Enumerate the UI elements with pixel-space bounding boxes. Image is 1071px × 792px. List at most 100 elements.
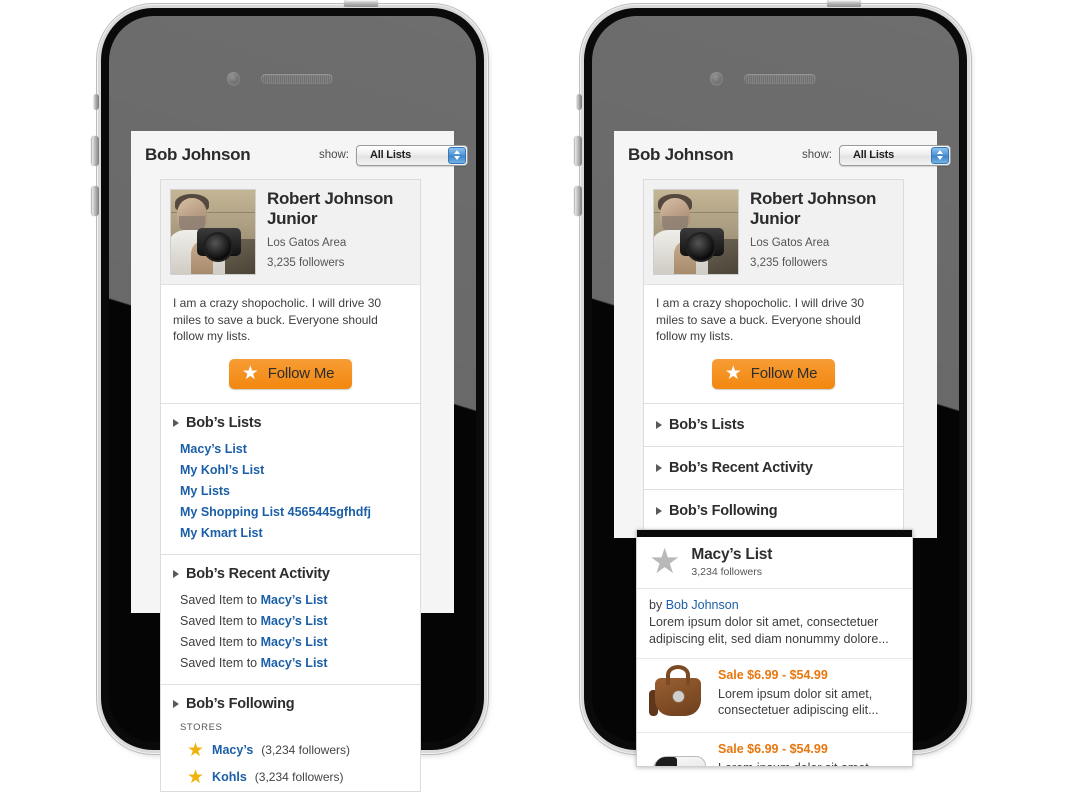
section-recent-activity: Bob’s Recent Activity Saved Item to Macy…: [161, 553, 420, 684]
profile-text-block: Robert Johnson Junior Los Gatos Area 3,2…: [750, 189, 894, 275]
silent-switch-right[interactable]: [576, 94, 582, 110]
activity-prefix: Saved Item to: [180, 614, 261, 629]
section-header-following[interactable]: Bob’s Following: [644, 490, 903, 532]
profile-card-right: Robert Johnson Junior Los Gatos Area 3,2…: [643, 179, 904, 533]
disclosure-triangle-icon: [656, 420, 662, 429]
recent-activity-items: Saved Item to Macy’s List Saved Item to …: [161, 590, 420, 684]
show-filter-group: show: All Lists: [318, 144, 468, 166]
front-camera-icon-left: [227, 72, 240, 85]
section-following: Bob’s Following: [644, 488, 903, 532]
section-header-following[interactable]: Bob’s Following: [161, 685, 420, 720]
section-header-recent-activity[interactable]: Bob’s Recent Activity: [161, 555, 420, 590]
product-price: Sale $6.99 - $54.99: [718, 741, 828, 756]
product-row[interactable]: Sale $6.99 - $54.99 Lorem ipsum dolor si…: [637, 659, 912, 733]
list-item[interactable]: My Kohl’s List: [180, 460, 408, 481]
show-filter-value: All Lists: [370, 149, 411, 161]
product-description: Lorem ipsum dolor sit amet, consectetuer…: [718, 760, 900, 766]
app-profile-expanded: Bob Johnson show: All Lists Robert Johns…: [145, 131, 468, 792]
show-filter-group: show: All Lists: [801, 144, 951, 166]
popover-byline: by Bob Johnson: [649, 598, 900, 612]
disclosure-triangle-icon: [173, 418, 179, 427]
store-followers: (3,234 followers): [254, 770, 344, 785]
macys-list-popover: ★ Macy’s List 3,234 followers by Bob Joh…: [636, 529, 913, 767]
stepper-arrows-icon[interactable]: [931, 146, 949, 164]
earpiece-speaker-left: [261, 74, 333, 83]
activity-link[interactable]: Macy’s List: [261, 593, 328, 607]
follow-me-button-label: Follow Me: [750, 364, 818, 382]
activity-prefix: Saved Item to: [180, 656, 261, 671]
follow-me-button[interactable]: ★ Follow Me: [228, 358, 353, 389]
section-following: Bob’s Following STORES ★ Macy’s (3,234 f…: [161, 683, 420, 791]
sneaker-thumbnail-icon: [649, 742, 707, 766]
disclosure-triangle-icon: [656, 506, 662, 515]
store-row: ★ Kohls (3,234 followers): [161, 764, 420, 791]
profile-header-row: Robert Johnson Junior Los Gatos Area 3,2…: [644, 180, 903, 285]
bobs-lists-links: Macy’s List My Kohl’s List My Lists My S…: [161, 439, 420, 554]
section-header-bobs-lists[interactable]: Bob’s Lists: [161, 404, 420, 439]
store-row: ★ Macy’s (3,234 followers): [161, 737, 420, 764]
section-title: Bob’s Following: [669, 502, 778, 519]
store-name-link[interactable]: Kohls: [212, 770, 247, 784]
show-filter-label: show:: [801, 149, 832, 161]
profile-location: Los Gatos Area: [750, 237, 830, 250]
power-button-right[interactable]: [827, 0, 861, 7]
power-button-left[interactable]: [344, 0, 378, 7]
section-header-bobs-lists[interactable]: Bob’s Lists: [644, 404, 903, 446]
star-icon: ★: [241, 362, 259, 384]
show-filter-label: show:: [318, 149, 349, 161]
page-title: Bob Johnson: [628, 145, 734, 164]
list-item[interactable]: My Shopping List 4565445gfhdfj: [180, 502, 408, 523]
profile-bio: I am a crazy shopocholic. I will drive 3…: [173, 296, 382, 344]
store-followers: (3,234 followers): [261, 743, 350, 758]
profile-text-block: Robert Johnson Junior Los Gatos Area 3,2…: [267, 189, 411, 275]
product-price: Sale $6.99 - $54.99: [718, 667, 828, 682]
stepper-arrows-icon[interactable]: [448, 146, 466, 164]
stores-group-label: STORES: [180, 721, 223, 733]
front-camera-icon-right: [710, 72, 723, 85]
show-filter-select[interactable]: All Lists: [839, 144, 951, 166]
profile-location: Los Gatos Area: [267, 237, 347, 250]
list-item[interactable]: My Lists: [180, 481, 408, 502]
activity-prefix: Saved Item to: [180, 635, 261, 650]
activity-link[interactable]: Macy’s List: [261, 614, 328, 628]
section-header-recent-activity[interactable]: Bob’s Recent Activity: [644, 447, 903, 489]
section-title: Bob’s Lists: [186, 414, 262, 431]
section-bobs-lists: Bob’s Lists Macy’s List My Kohl’s List M…: [161, 402, 420, 554]
show-filter-value: All Lists: [853, 149, 894, 161]
list-item[interactable]: My Kmart List: [180, 523, 408, 544]
show-filter-select[interactable]: All Lists: [356, 144, 468, 166]
volume-down-button-left[interactable]: [92, 186, 99, 216]
volume-up-button-right[interactable]: [575, 136, 582, 166]
product-row[interactable]: Sale $6.99 - $54.99 Lorem ipsum dolor si…: [637, 733, 912, 766]
profile-header-row: Robert Johnson Junior Los Gatos Area 3,2…: [161, 180, 420, 285]
profile-followers: 3,235 followers: [267, 256, 345, 269]
avatar: [653, 189, 739, 275]
disclosure-triangle-icon: [173, 699, 179, 708]
product-description: Lorem ipsum dolor sit amet, consectetuer…: [718, 686, 879, 718]
app-topbar-right: Bob Johnson show: All Lists: [614, 131, 965, 179]
list-item[interactable]: Macy’s List: [180, 439, 408, 460]
disclosure-triangle-icon: [656, 463, 662, 472]
profile-followers: 3,235 followers: [750, 256, 828, 269]
star-icon: ★: [187, 739, 205, 761]
chevron-up-icon: [937, 150, 943, 154]
profile-name: Robert Johnson Junior: [750, 189, 877, 228]
follow-button-row: ★ Follow Me: [161, 347, 420, 403]
section-bobs-lists: Bob’s Lists: [644, 402, 903, 446]
silent-switch-left[interactable]: [93, 94, 99, 110]
follow-me-button[interactable]: ★ Follow Me: [711, 358, 836, 389]
activity-prefix: Saved Item to: [180, 593, 261, 608]
activity-row: Saved Item to Macy’s List: [180, 611, 408, 632]
profile-name: Robert Johnson Junior: [267, 189, 394, 228]
byline-author-link[interactable]: Bob Johnson: [666, 598, 739, 612]
earpiece-speaker-right: [744, 74, 816, 83]
volume-up-button-left[interactable]: [92, 136, 99, 166]
store-name-link[interactable]: Macy’s: [212, 743, 253, 757]
volume-down-button-right[interactable]: [575, 186, 582, 216]
popover-top-bar: [637, 530, 912, 537]
activity-link[interactable]: Macy’s List: [261, 656, 328, 670]
activity-link[interactable]: Macy’s List: [261, 635, 328, 649]
section-title: Bob’s Recent Activity: [669, 459, 813, 476]
handbag-thumbnail-icon: [649, 664, 707, 722]
section-title: Bob’s Lists: [669, 416, 745, 433]
